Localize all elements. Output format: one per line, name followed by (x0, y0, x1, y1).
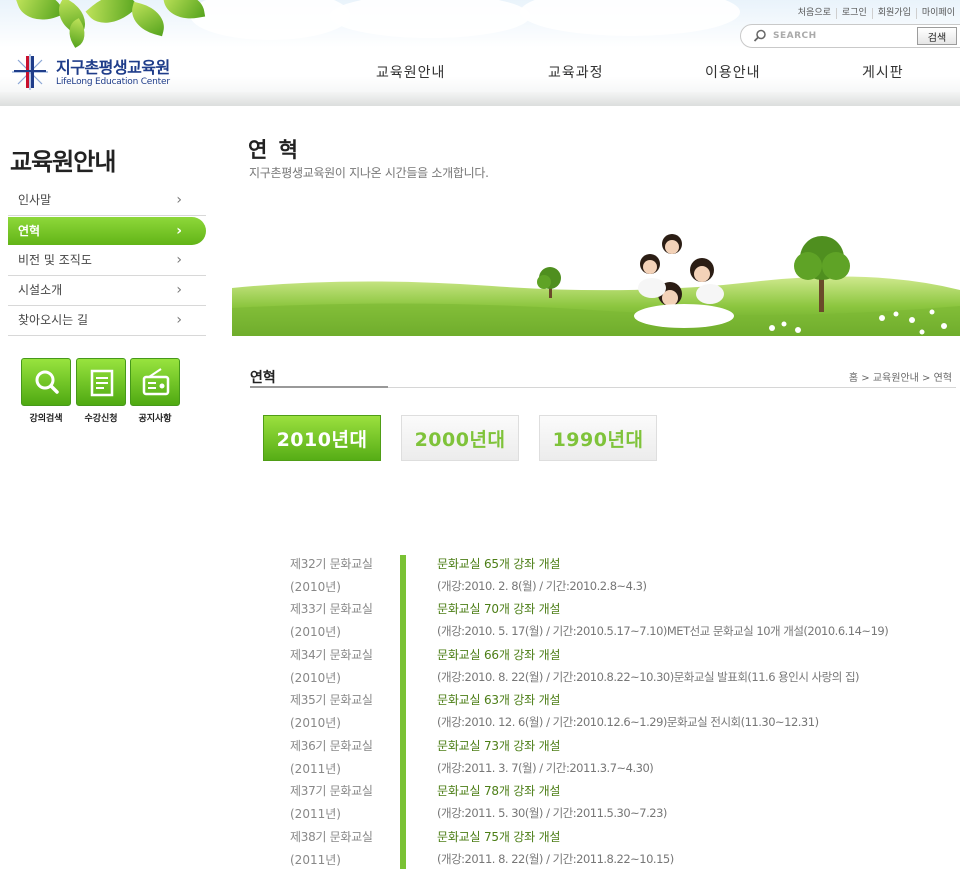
sidebar-title: 교육원안내 (10, 148, 116, 176)
timeline-detail: (개강:2010. 5. 17(월) / 기간:2010.5.17~7.10)M… (437, 624, 889, 638)
timeline-title: 문화교실 63개 강좌 개설 (437, 693, 561, 707)
logo-korean-text: 지구촌평생교육원 (56, 58, 170, 77)
timeline-title: 문화교실 73개 강좌 개설 (437, 739, 561, 753)
radio-icon (142, 368, 170, 396)
sidebar-item-label: 인사말 (18, 193, 52, 207)
header-cloud (190, 0, 350, 40)
util-link-mypage[interactable]: 마이페이 (915, 8, 960, 19)
quick-link-course-search[interactable]: 강의검색 (21, 358, 71, 424)
search-button[interactable]: 검색 (917, 27, 957, 45)
sidebar-item-facilities[interactable]: 시설소개 › (8, 276, 206, 306)
search-box: 검색 (740, 24, 960, 48)
timeline-term: 제32기 문화교실 (290, 557, 373, 571)
timeline-year: (2010년) (290, 716, 341, 730)
util-link-login[interactable]: 로그인 (835, 8, 872, 19)
sidebar-item-label: 비전 및 조직도 (18, 253, 92, 267)
quick-link-label: 공지사항 (138, 414, 172, 424)
timeline-detail: (개강:2011. 8. 22(월) / 기간:2011.8.22~10.15) (437, 852, 674, 866)
timeline-detail: (개강:2010. 2. 8(월) / 기간:2010.2.8~4.3) (437, 579, 647, 593)
timeline-term: 제38기 문화교실 (290, 830, 373, 844)
meadow-family-illustration (232, 234, 960, 336)
tab-2000s[interactable]: 2000년대 (401, 415, 519, 461)
tab-2010s[interactable]: 2010년대 (263, 415, 381, 461)
timeline-year: (2010년) (290, 580, 341, 594)
timeline-year: (2010년) (290, 671, 341, 685)
timeline-term: 제36기 문화교실 (290, 739, 373, 753)
nav-item-courses[interactable]: 교육과정 (548, 62, 604, 82)
quick-link-enroll[interactable]: 수강신청 (76, 358, 126, 424)
sidebar-item-vision[interactable]: 비전 및 조직도 › (8, 246, 206, 276)
timeline-term: 제37기 문화교실 (290, 784, 373, 798)
timeline-year: (2011년) (290, 762, 341, 776)
page-title: 연 혁 (248, 138, 300, 162)
sidebar-item-label: 시설소개 (18, 283, 63, 297)
timeline-term: 제35기 문화교실 (290, 693, 373, 707)
timeline-detail: (개강:2011. 5. 30(월) / 기간:2011.5.30~7.23) (437, 806, 667, 820)
timeline-detail: (개강:2010. 8. 22(월) / 기간:2010.8.22~10.30)… (437, 670, 860, 684)
header-cloud (330, 0, 530, 38)
nav-item-board[interactable]: 게시판 (862, 62, 904, 82)
sidebar-item-greeting[interactable]: 인사말 › (8, 186, 206, 216)
timeline-term: 제34기 문화교실 (290, 648, 373, 662)
timeline-year: (2011년) (290, 853, 341, 867)
timeline-year: (2011년) (290, 807, 341, 821)
timeline-term: 제33기 문화교실 (290, 602, 373, 616)
sidebar-item-history[interactable]: 연혁 › (8, 217, 206, 245)
tab-1990s[interactable]: 1990년대 (539, 415, 657, 461)
document-icon (90, 369, 114, 397)
chevron-right-icon: › (176, 312, 182, 328)
site-logo[interactable]: 지구촌평생교육원 LifeLong Education Center (8, 50, 178, 98)
search-icon (35, 370, 59, 394)
quick-link-notice[interactable]: 공지사항 (130, 358, 180, 424)
timeline-year: (2010년) (290, 625, 341, 639)
chevron-right-icon: › (176, 252, 182, 268)
family-figures (634, 234, 734, 328)
quick-link-label: 수강신청 (84, 414, 118, 424)
nav-item-guide[interactable]: 이용안내 (705, 62, 761, 82)
header-cloud (520, 0, 740, 36)
chevron-right-icon: › (176, 223, 182, 239)
breadcrumb: 홈 > 교육원안내 > 연혁 (848, 373, 952, 384)
util-link-home[interactable]: 처음으로 (793, 8, 836, 19)
logo-mark-icon (12, 54, 48, 90)
timeline-detail: (개강:2011. 3. 7(월) / 기간:2011.3.7~4.30) (437, 761, 654, 775)
timeline-bar (400, 555, 406, 869)
logo-english-text: LifeLong Education Center (56, 77, 170, 87)
timeline-title: 문화교실 75개 강좌 개설 (437, 830, 561, 844)
sidebar-item-label: 찾아오시는 길 (18, 313, 89, 327)
section-divider-accent (250, 386, 388, 388)
timeline-detail: (개강:2010. 12. 6(월) / 기간:2010.12.6~1.29)문… (437, 715, 819, 729)
timeline-title: 문화교실 66개 강좌 개설 (437, 648, 561, 662)
section-title: 연혁 (250, 370, 276, 386)
timeline-title: 문화교실 78개 강좌 개설 (437, 784, 561, 798)
sidebar-menu: 인사말 › 연혁 › 비전 및 조직도 › 시설소개 › 찾아오시는 길 › (8, 186, 206, 336)
sidebar-item-directions[interactable]: 찾아오시는 길 › (8, 306, 206, 336)
quick-link-label: 강의검색 (29, 414, 63, 424)
util-link-join[interactable]: 회원가입 (871, 8, 916, 19)
timeline-title: 문화교실 70개 강좌 개설 (437, 602, 561, 616)
chevron-right-icon: › (176, 282, 182, 298)
banner-image (232, 228, 960, 336)
search-input[interactable] (773, 28, 913, 44)
search-icon (753, 29, 766, 42)
nav-item-about[interactable]: 교육원안내 (376, 62, 445, 82)
chevron-right-icon: › (176, 192, 182, 208)
sidebar-item-label: 연혁 (18, 224, 41, 238)
site-header: 지구촌평생교육원 LifeLong Education Center 처음으로 … (0, 0, 960, 106)
page-subtitle: 지구촌평생교육원이 지나온 시간들을 소개합니다. (249, 166, 489, 180)
utility-links: 처음으로 로그인 회원가입 마이페이 (793, 8, 960, 19)
timeline-title: 문화교실 65개 강좌 개설 (437, 557, 561, 571)
